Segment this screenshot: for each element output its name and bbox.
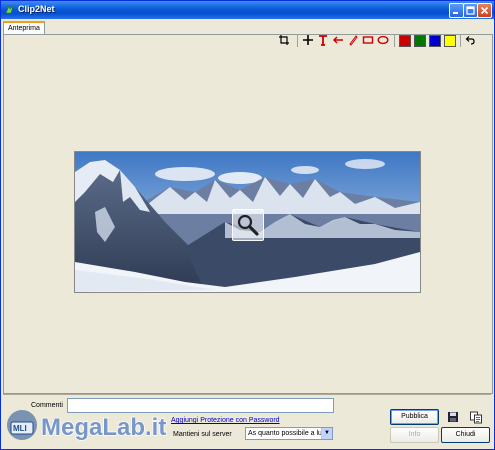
publish-button[interactable]: Pubblica (390, 409, 439, 425)
ellipse-icon (377, 35, 389, 45)
floppy-disk-icon (448, 412, 458, 422)
arrow-icon (332, 36, 343, 44)
maximize-icon (466, 6, 475, 15)
info-button[interactable]: Info (390, 427, 439, 443)
cross-icon (303, 35, 313, 45)
server-label: Mantieni sul server (173, 431, 232, 438)
text-tool-button[interactable] (317, 34, 329, 46)
arrow-tool-button[interactable] (332, 34, 344, 46)
close-window-button[interactable] (477, 3, 492, 18)
pencil-tool-button[interactable] (347, 34, 359, 46)
window-title: Clip2Net (18, 4, 55, 14)
app-window: Clip2Net Anteprima Commenti Aggiungi Pro… (0, 0, 495, 450)
zoom-button[interactable] (232, 209, 264, 241)
pencil-icon (349, 35, 358, 46)
undo-icon (465, 36, 475, 45)
color-green-swatch[interactable] (414, 35, 426, 47)
copy-icon (470, 411, 482, 424)
server-retention-select[interactable]: As quanto possibile a lung ▼ (245, 427, 333, 440)
svg-text:MLI: MLI (13, 424, 27, 433)
title-bar[interactable]: Clip2Net (1, 1, 494, 19)
color-blue-swatch[interactable] (429, 35, 441, 47)
crop-icon (279, 35, 289, 45)
magnifier-icon (237, 214, 259, 236)
chevron-down-icon[interactable]: ▼ (321, 428, 332, 439)
megalab-watermark: MLI MegaLab.it (5, 405, 180, 445)
maximize-button[interactable] (463, 3, 478, 18)
app-icon (4, 4, 15, 15)
toolbar-separator (460, 34, 461, 47)
color-red-swatch[interactable] (399, 35, 411, 47)
crop-tool-button[interactable] (278, 34, 290, 46)
close-button[interactable]: Chiudi (441, 427, 490, 443)
copy-button[interactable] (469, 410, 483, 424)
text-icon (319, 35, 327, 46)
megalab-logo-icon: MLI MegaLab.it (7, 410, 167, 442)
close-icon (480, 6, 489, 15)
add-password-link[interactable]: Aggiungi Protezione con Password (171, 417, 280, 424)
save-button[interactable] (446, 410, 460, 424)
rectangle-tool-button[interactable] (362, 34, 374, 46)
server-retention-value: As quanto possibile a lung (248, 430, 330, 437)
tab-anteprima[interactable]: Anteprima (3, 21, 45, 35)
ellipse-tool-button[interactable] (377, 34, 389, 46)
toolbar-separator (297, 34, 298, 47)
color-yellow-swatch[interactable] (444, 35, 456, 47)
undo-button[interactable] (464, 34, 476, 46)
cross-tool-button[interactable] (302, 34, 314, 46)
rectangle-icon (362, 36, 374, 44)
toolbar-separator (394, 34, 395, 47)
minimize-button[interactable] (449, 3, 464, 18)
svg-text:MegaLab.it: MegaLab.it (41, 414, 166, 441)
minimize-icon (453, 12, 458, 14)
